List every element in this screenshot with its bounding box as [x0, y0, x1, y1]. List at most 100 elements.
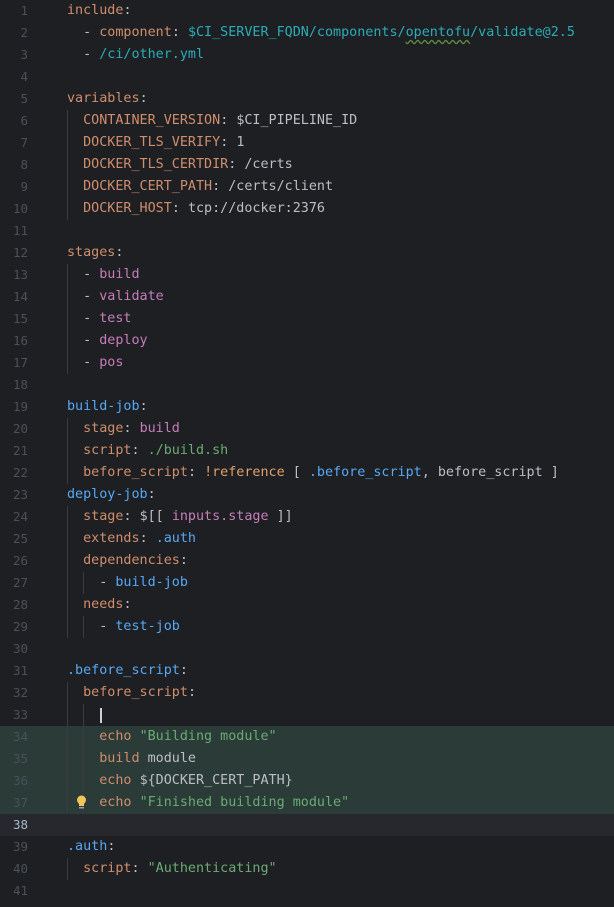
code-token: $CI_SERVER_FQDN/components/	[187, 25, 406, 40]
code-line[interactable]: 5 variables:	[0, 88, 614, 110]
code-line[interactable]: 11	[0, 220, 614, 242]
code-token: deploy	[99, 333, 148, 348]
line-number: 7	[20, 135, 28, 150]
code-token: :	[131, 443, 148, 458]
code-token: "Authenticating"	[147, 861, 277, 876]
line-number: 34	[12, 729, 28, 744]
code-token: ]]	[268, 509, 293, 524]
code-line[interactable]: 20 stage: build	[0, 418, 614, 440]
code-line[interactable]: 28 needs:	[0, 594, 614, 616]
code-token: :	[220, 113, 237, 128]
code-text: echo "Building module"	[67, 726, 276, 748]
code-line[interactable]: 10 DOCKER_HOST: tcp://docker:2376	[0, 198, 614, 220]
code-token: .auth	[67, 839, 108, 854]
code-text: - validate	[67, 286, 164, 308]
code-token: DOCKER_HOST	[67, 201, 172, 216]
line-number: 17	[12, 355, 28, 370]
code-token: ${DOCKER_CERT_PATH}	[139, 773, 293, 788]
code-text: - build	[67, 264, 139, 286]
code-line[interactable]: 36 echo ${DOCKER_CERT_PATH}	[0, 770, 614, 792]
code-token: :	[187, 685, 196, 700]
code-line[interactable]: 38	[0, 814, 614, 836]
code-token: tcp://docker:2376	[187, 201, 325, 216]
code-token: $CI_PIPELINE_ID	[236, 113, 358, 128]
indent-guide	[67, 110, 68, 220]
code-line[interactable]: 13 - build	[0, 264, 614, 286]
line-number: 41	[12, 883, 28, 898]
code-token: stages	[67, 245, 116, 260]
code-text: variables:	[67, 88, 148, 110]
code-line[interactable]: 3 - /ci/other.yml	[0, 44, 614, 66]
code-token: test-job	[115, 619, 180, 634]
code-text: CONTAINER_VERSION: $CI_PIPELINE_ID	[67, 110, 357, 132]
code-line[interactable]: 41	[0, 880, 614, 902]
code-line[interactable]: 21 script: ./build.sh	[0, 440, 614, 462]
code-line[interactable]: 35 build module	[0, 748, 614, 770]
code-token: :	[147, 487, 156, 502]
code-token: build-job	[115, 575, 188, 590]
code-line[interactable]: 9 DOCKER_CERT_PATH: /certs/client	[0, 176, 614, 198]
code-line[interactable]: 22 before_script: !reference [ .before_s…	[0, 462, 614, 484]
text-caret	[100, 708, 102, 723]
code-line[interactable]: 2 - component: $CI_SERVER_FQDN/component…	[0, 22, 614, 44]
code-line[interactable]: 31 .before_script:	[0, 660, 614, 682]
code-token: -	[67, 355, 100, 370]
code-line[interactable]: 29 - test-job	[0, 616, 614, 638]
code-line[interactable]: 16 - deploy	[0, 330, 614, 352]
code-token: inputs.stage	[171, 509, 269, 524]
code-line[interactable]: 40 script: "Authenticating"	[0, 858, 614, 880]
code-token: .auth	[155, 531, 196, 546]
code-line[interactable]: 17 - pos	[0, 352, 614, 374]
code-line[interactable]: 34 echo "Building module"	[0, 726, 614, 748]
code-token: /validate@2.5	[470, 25, 575, 40]
code-line[interactable]: 1 include:	[0, 0, 614, 22]
code-token: [	[284, 465, 309, 480]
indent-guide	[67, 418, 68, 484]
code-text: DOCKER_TLS_CERTDIR: /certs	[67, 154, 293, 176]
code-token: -	[67, 267, 100, 282]
code-line[interactable]: 4	[0, 66, 614, 88]
line-number: 30	[12, 641, 28, 656]
code-token: ./build.sh	[147, 443, 229, 458]
code-line[interactable]: 12 stages:	[0, 242, 614, 264]
code-token: needs	[67, 597, 124, 612]
code-line[interactable]: 39 .auth:	[0, 836, 614, 858]
line-number: 38	[12, 817, 28, 832]
code-token: :	[139, 91, 148, 106]
code-line[interactable]: 8 DOCKER_TLS_CERTDIR: /certs	[0, 154, 614, 176]
code-token: component	[99, 25, 172, 40]
code-line[interactable]: 27 - build-job	[0, 572, 614, 594]
code-text: DOCKER_HOST: tcp://docker:2376	[67, 198, 325, 220]
code-text: extends: .auth	[67, 528, 196, 550]
line-number: 33	[12, 707, 28, 722]
code-line[interactable]: 19 build-job:	[0, 396, 614, 418]
code-line[interactable]: 30	[0, 638, 614, 660]
code-line[interactable]: 26 dependencies:	[0, 550, 614, 572]
code-line[interactable]: 37 echo "Finished building module"	[0, 792, 614, 814]
line-number: 32	[12, 685, 28, 700]
code-line[interactable]: 14 - validate	[0, 286, 614, 308]
line-number: 13	[12, 267, 28, 282]
code-line[interactable]: 32 before_script:	[0, 682, 614, 704]
code-line[interactable]: 33	[0, 704, 614, 726]
code-line[interactable]: 7 DOCKER_TLS_VERIFY: 1	[0, 132, 614, 154]
code-token: before_script	[67, 465, 188, 480]
line-number: 39	[12, 839, 28, 854]
code-line[interactable]: 6 CONTAINER_VERSION: $CI_PIPELINE_ID	[0, 110, 614, 132]
code-token: -	[67, 289, 100, 304]
line-number: 16	[12, 333, 28, 348]
code-line[interactable]: 25 extends: .auth	[0, 528, 614, 550]
code-line[interactable]: 18	[0, 374, 614, 396]
line-number: 8	[20, 157, 28, 172]
code-line[interactable]: 24 stage: $[[ inputs.stage ]]	[0, 506, 614, 528]
code-line[interactable]: 15 - test	[0, 308, 614, 330]
code-line[interactable]: 23 deploy-job:	[0, 484, 614, 506]
line-number: 29	[12, 619, 28, 634]
lightbulb-icon[interactable]	[76, 795, 87, 811]
code-editor[interactable]: 1 include: 2 - component: $CI_SERVER_FQDN/…	[0, 0, 614, 907]
code-text: .before_script:	[67, 660, 188, 682]
code-token: :	[123, 597, 132, 612]
code-token: extends	[67, 531, 140, 546]
code-token: :	[115, 245, 124, 260]
code-token: "Finished building module"	[139, 795, 350, 810]
